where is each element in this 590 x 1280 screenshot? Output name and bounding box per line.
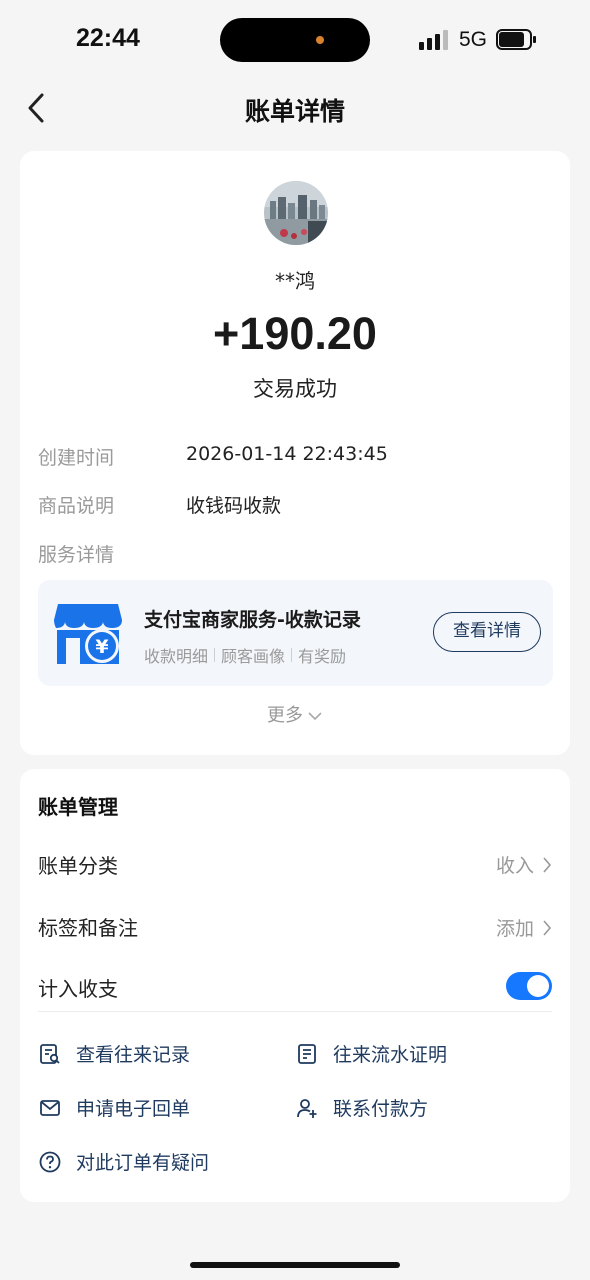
tags-notes-value: 添加 (496, 914, 552, 941)
question-circle-icon (39, 1151, 61, 1172)
battery-icon (496, 29, 536, 50)
merchant-service-card[interactable]: ¥ 支付宝商家服务-收款记录 收款明细 顾客画像 有奖励 查看详情 (38, 580, 553, 686)
svg-text:¥: ¥ (95, 636, 108, 658)
page-title: 账单详情 (244, 97, 345, 126)
avatar-image (264, 181, 328, 245)
flow-proof-link[interactable]: 往来流水证明 (295, 1040, 447, 1067)
view-history-link[interactable]: 查看往来记录 (38, 1040, 190, 1067)
signal-icon (419, 30, 449, 50)
transaction-status: 交易成功 (253, 377, 337, 401)
tags-notes-label: 标签和备注 (38, 916, 138, 940)
bill-category-text: 收入 (495, 855, 534, 877)
count-in-balance-label: 计入收支 (38, 977, 118, 1001)
service-details-label: 服务详情 (38, 544, 115, 566)
camera-indicator-dot (316, 36, 324, 44)
user-contact-icon (297, 1098, 317, 1118)
bill-category-value: 收入 (496, 851, 552, 878)
chevron-right-icon (543, 919, 552, 936)
count-in-balance-toggle[interactable] (506, 972, 552, 1000)
order-question-label: 对此订单有疑问 (76, 1152, 210, 1174)
created-time-label: 创建时间 (38, 447, 115, 469)
dynamic-island (220, 18, 370, 62)
service-tag: 顾客画像 (221, 647, 286, 666)
view-details-button[interactable]: 查看详情 (433, 612, 541, 652)
section-title: 账单管理 (38, 795, 118, 819)
bill-management-card: 账单管理 账单分类 收入 标签和备注 添加 计入收支 查看往来记录 往来流水证明… (20, 769, 570, 1202)
toggle-knob (527, 975, 549, 997)
payer-name: **鸿 (275, 269, 315, 293)
divider (38, 1011, 552, 1012)
bill-category-label: 账单分类 (38, 854, 118, 878)
transaction-amount: +190.20 (213, 308, 377, 359)
service-tags: 收款明细 顾客画像 有奖励 (144, 643, 346, 667)
status-time: 22:44 (76, 24, 140, 52)
contact-payer-label: 联系付款方 (333, 1098, 429, 1120)
transaction-card: **鸿 +190.20 交易成功 创建时间 2026-01-14 22:43:4… (20, 151, 570, 755)
document-search-icon (40, 1043, 60, 1064)
document-icon (298, 1043, 316, 1064)
home-indicator[interactable] (190, 1262, 400, 1268)
product-desc-label: 商品说明 (38, 495, 115, 517)
chevron-down-icon (308, 712, 322, 721)
created-time-value: 2026-01-14 22:43:45 (186, 443, 388, 465)
apply-receipt-link[interactable]: 申请电子回单 (38, 1094, 190, 1121)
order-question-link[interactable]: 对此订单有疑问 (38, 1148, 209, 1175)
chevron-right-icon (543, 856, 552, 873)
status-bar: 22:44 5G (0, 0, 590, 80)
network-type: 5G (459, 28, 488, 51)
service-tag: 收款明细 (144, 647, 209, 666)
tags-notes-text: 添加 (495, 918, 534, 940)
product-desc-value: 收钱码收款 (186, 495, 282, 517)
flow-proof-label: 往来流水证明 (333, 1044, 448, 1066)
shop-icon: ¥ (54, 604, 122, 664)
contact-payer-link[interactable]: 联系付款方 (295, 1094, 428, 1121)
service-tag: 有奖励 (298, 647, 347, 666)
nav-bar: 账单详情 (0, 80, 590, 136)
more-label: 更多 (267, 705, 303, 726)
more-button[interactable]: 更多 (20, 701, 570, 727)
service-title: 支付宝商家服务-收款记录 (144, 609, 361, 631)
avatar[interactable] (264, 181, 328, 245)
view-history-label: 查看往来记录 (76, 1044, 191, 1066)
apply-receipt-label: 申请电子回单 (76, 1098, 191, 1120)
mail-icon (40, 1099, 60, 1116)
